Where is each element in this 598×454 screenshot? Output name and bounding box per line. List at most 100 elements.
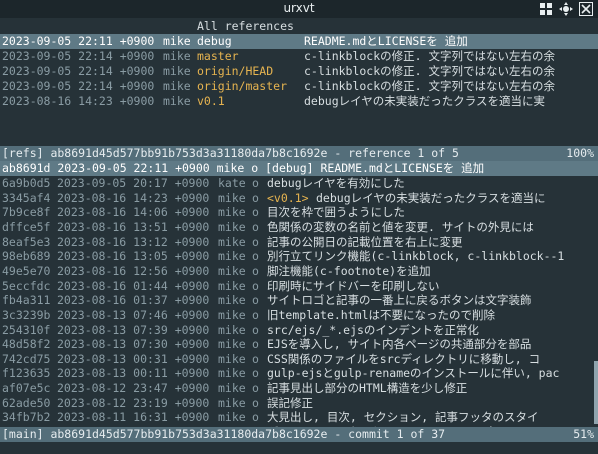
commit-graph: o xyxy=(252,366,259,381)
commit-hash: 98eb689 xyxy=(2,249,51,264)
ref-author: mike xyxy=(163,94,191,108)
commit-row[interactable]: 98eb689 2023-08-16 13:05 +0900 mike o 別行立てリン… xyxy=(0,249,598,264)
commit-date: 2023-08-16 14:06 +0900 xyxy=(57,205,210,220)
commit-row[interactable]: 62ade50 2023-08-12 23:19 +0900 mike o 誤記修正 xyxy=(0,396,598,411)
commit-author: mike xyxy=(218,205,246,220)
commit-author: mike xyxy=(218,366,246,381)
commit-row[interactable]: dffce5f 2023-08-16 13:51 +0900 mike o 色関係の変数… xyxy=(0,220,598,235)
commit-author: mike xyxy=(218,322,246,337)
ref-author: mike xyxy=(163,79,191,93)
commit-row[interactable]: 5eccfdc 2023-08-16 01:44 +0900 mike o 印刷時にサイ… xyxy=(0,279,598,294)
commit-message: debugレイヤを有効にした xyxy=(267,176,405,190)
commit-message: src/ejs/_*.ejsのインデントを正常化 xyxy=(267,322,479,337)
move-icon[interactable] xyxy=(558,1,574,17)
commit-date: 2023-08-16 13:12 +0900 xyxy=(57,234,210,249)
commit-message: EJSを導入し, サイト内各ページの共通部分を部品 xyxy=(267,337,532,352)
ref-row[interactable]: 2023-08-16 14:23 +0900 mike v0.1 debugレイヤの未… xyxy=(0,94,598,109)
commit-graph: o xyxy=(252,395,259,410)
commit-hash: 7b9ce8f xyxy=(2,205,51,220)
commit-date: 2023-08-12 23:19 +0900 xyxy=(57,395,210,410)
commit-row[interactable]: 3c3239b 2023-08-13 07:46 +0900 mike o 旧templ… xyxy=(0,308,598,323)
commit-row[interactable]: f123635 2023-08-13 00:11 +0900 mike o gulp-e… xyxy=(0,366,598,381)
commit-date: 2023-08-16 13:51 +0900 xyxy=(57,219,210,234)
ref-row[interactable]: 2023-09-05 22:14 +0900 mike origin/master c… xyxy=(0,79,598,94)
commit-hash: 3345af4 xyxy=(2,190,51,205)
commit-hash: fb4a311 xyxy=(2,293,51,308)
commit-date: 2023-08-13 07:39 +0900 xyxy=(57,322,210,337)
ref-name: debug xyxy=(197,34,232,48)
commit-date: 2023-09-05 20:17 +0900 xyxy=(57,176,210,190)
commit-message: 記事見出し部分のHTML構造を少し修正 xyxy=(267,381,468,396)
commit-message: 目次を枠で囲うようにした xyxy=(267,205,405,220)
commit-row[interactable]: 34fb7b2 2023-08-11 16:31 +0900 mike o 大見出し, … xyxy=(0,410,598,425)
ref-row[interactable]: 2023-09-05 22:14 +0900 mike master c-linkbl… xyxy=(0,49,598,64)
commit-tag: <v0.1> xyxy=(267,190,309,205)
commit-author: kate xyxy=(218,176,246,190)
commit-message: gulp-ejsとgulp-renameのインストールに伴い, pac xyxy=(267,366,560,381)
commit-author: mike xyxy=(218,190,246,205)
commit-row[interactable]: 49e5e70 2023-08-16 12:56 +0900 mike o 脚注機能(c… xyxy=(0,264,598,279)
commit-graph: o xyxy=(252,410,259,425)
commit-row[interactable]: 3345af4 2023-08-16 14:23 +0900 mike o <v0.1>… xyxy=(0,191,598,206)
commit-date: 2023-08-13 07:30 +0900 xyxy=(57,337,210,352)
commit-row[interactable]: af07e5c 2023-08-12 23:47 +0900 mike o 記事見出し部… xyxy=(0,381,598,396)
commit-row[interactable]: 254310f 2023-08-13 07:39 +0900 mike o src/ej… xyxy=(0,323,598,338)
commit-message: 別行立てリンク機能(c-linkblock, c-linkblock--1 xyxy=(267,249,565,264)
window-titlebar: urxvt xyxy=(0,0,598,18)
ref-message: debugレイヤの未実装だったクラスを適当に実 xyxy=(304,94,546,108)
commit-author: mike xyxy=(218,234,246,249)
commit-message: 色関係の変数の名前と値を変更. サイトの外見には xyxy=(267,219,534,234)
commit-hash: 5eccfdc xyxy=(2,278,51,293)
refs-header: All references xyxy=(197,19,294,33)
commit-graph: o xyxy=(252,205,259,220)
commit-hash: dffce5f xyxy=(2,219,51,234)
commit-row[interactable]: 742cd75 2023-08-13 00:31 +0900 mike o CSS関係の… xyxy=(0,352,598,367)
commit-row[interactable]: 48d58f2 2023-08-13 07:30 +0900 mike o EJSを導入… xyxy=(0,337,598,352)
commit-graph: o xyxy=(252,278,259,293)
commit-hash: 254310f xyxy=(2,322,51,337)
ref-date: 2023-09-05 22:14 +0900 xyxy=(2,64,155,78)
commit-message: 旧template.htmlは不要になったので削除 xyxy=(267,307,496,322)
commit-author: mike xyxy=(218,381,246,396)
commit-row[interactable]: 8eaf5e3 2023-08-16 13:12 +0900 mike o 記事の公開日… xyxy=(0,235,598,250)
ref-name: v0.1 xyxy=(197,94,225,108)
commit-row[interactable]: 7b9ce8f 2023-08-16 14:06 +0900 mike o 目次を枠で囲… xyxy=(0,205,598,220)
commit-graph: o xyxy=(252,307,259,322)
commit-date: 2023-08-16 13:05 +0900 xyxy=(57,249,210,264)
terminal-area[interactable]: All references 2023-09-05 22:11 +0900 mik… xyxy=(0,18,598,454)
commit-hash: 8eaf5e3 xyxy=(2,234,51,249)
commit-author: mike xyxy=(218,263,246,278)
main-scrollbar[interactable] xyxy=(594,361,598,424)
commit-date: 2023-08-16 12:56 +0900 xyxy=(57,263,210,278)
commit-date: 2023-08-12 23:47 +0900 xyxy=(57,381,210,396)
commit-date: 2023-08-13 07:46 +0900 xyxy=(57,307,210,322)
commit-author: mike xyxy=(218,219,246,234)
commit-author: mike xyxy=(218,337,246,352)
commit-message: 大見出し, 目次, セクション, 記事フッタのスタイ xyxy=(267,410,539,425)
ref-message: README.mdとLICENSEを 追加 xyxy=(304,34,468,48)
commit-message: 脚注機能(c-footnote)を追加 xyxy=(267,263,431,278)
commit-row[interactable]: 6a9b0d5 2023-09-05 20:17 +0900 kate o debugレ… xyxy=(0,176,598,191)
ref-message: c-linkblockの修正. 文字列ではない左右の余 xyxy=(304,79,556,93)
commit-graph: o xyxy=(252,190,259,205)
commit-message: 誤記修正 xyxy=(267,395,313,410)
ref-name: master xyxy=(197,49,239,63)
commit-author: mike xyxy=(218,293,246,308)
commit-message: サイトロゴと記事の一番上に戻るボタンは文字装飾 xyxy=(267,293,532,308)
window-title: urxvt xyxy=(283,1,315,15)
ref-row[interactable]: 2023-09-05 22:14 +0900 mike origin/HEAD c-l… xyxy=(0,64,598,79)
commit-graph: o xyxy=(252,249,259,264)
close-icon[interactable] xyxy=(578,1,594,17)
commit-hash: 6a9b0d5 xyxy=(2,176,51,190)
main-selected-commit[interactable]: ab8691d 2023-09-05 22:11 +0900 mike o [d… xyxy=(0,161,598,176)
commit-author: mike xyxy=(218,307,246,322)
tile-grid-icon[interactable] xyxy=(538,1,554,17)
ref-author: mike xyxy=(163,64,191,78)
commit-message: 記事の公開日の記載位置を右上に変更 xyxy=(267,234,463,249)
commit-row[interactable]: fb4a311 2023-08-16 01:37 +0900 mike o サイトロゴと… xyxy=(0,293,598,308)
commit-date: 2023-08-13 00:11 +0900 xyxy=(57,366,210,381)
commit-hash: 34fb7b2 xyxy=(2,410,51,425)
commit-hash: af07e5c xyxy=(2,381,51,396)
ref-date: 2023-09-05 22:14 +0900 xyxy=(2,49,155,63)
ref-row[interactable]: 2023-09-05 22:11 +0900 mike debug README.md… xyxy=(0,34,598,49)
